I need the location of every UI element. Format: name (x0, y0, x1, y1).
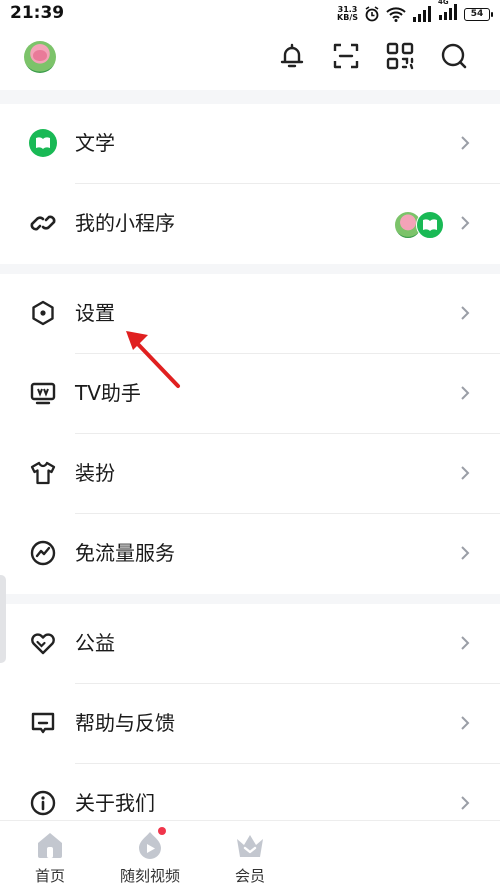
network-speed: 31.3 KB/S (337, 5, 358, 22)
nav-item-vip[interactable]: 会员 (210, 827, 290, 887)
menu-item-label: 关于我们 (75, 791, 155, 815)
bell-icon[interactable] (277, 41, 307, 71)
menu-item-label: 我的小程序 (75, 211, 175, 235)
chevron-right-icon (461, 136, 470, 150)
vip-crown-icon (237, 835, 263, 857)
feedback-icon (31, 712, 55, 734)
battery-indicator: 54 (464, 7, 493, 21)
nav-label: 首页 (34, 867, 65, 885)
annotation-arrow (126, 331, 180, 388)
data-free-icon (30, 540, 56, 566)
tv-icon (30, 382, 56, 405)
bottom-nav: 首页 随刻视频 会员 (0, 820, 500, 889)
literature-icon (29, 129, 57, 157)
search-icon[interactable] (439, 41, 469, 71)
menu-item-mini-programs[interactable]: 我的小程序 (0, 184, 500, 264)
menu-item-label: 帮助与反馈 (75, 711, 175, 735)
menu-item-literature[interactable]: 文学 (0, 104, 500, 184)
avatar[interactable] (24, 41, 56, 73)
menu-item-label: 设置 (75, 301, 115, 325)
nav-item-video[interactable]: 随刻视频 (110, 827, 190, 887)
charity-heart-icon (31, 633, 55, 655)
signal-4g: 4G (438, 0, 458, 24)
signal-icon (413, 6, 431, 22)
menu-item-tv-assistant[interactable]: TV助手 (0, 354, 500, 434)
mini-program-icon (30, 215, 56, 231)
home-icon (38, 833, 62, 858)
info-icon (30, 790, 56, 816)
qr-code-icon[interactable] (385, 41, 415, 71)
header (0, 28, 500, 90)
recent-mini-apps (394, 211, 444, 239)
chevron-right-icon (461, 716, 470, 730)
network-type-label: 4G (438, 0, 449, 6)
wifi-icon (386, 7, 406, 22)
nav-item-home[interactable]: 首页 (10, 827, 90, 887)
chevron-right-icon (461, 796, 470, 810)
side-drawer-handle[interactable] (0, 575, 6, 663)
signal-icon-2 (439, 4, 457, 20)
nav-label: 随刻视频 (119, 867, 180, 885)
menu-item-dress-up[interactable]: 装扮 (0, 434, 500, 514)
nav-label: 会员 (234, 867, 265, 885)
status-indicators: 31.3 KB/S 4G 54 (337, 0, 493, 24)
menu-item-label: 公益 (75, 631, 115, 655)
chevron-right-icon (461, 216, 470, 230)
menu-section-3: 公益 帮助与反馈 关于我们 (0, 604, 500, 820)
menu-section-2: 设置 TV助手 装扮 免流量服务 (0, 274, 500, 594)
menu-item-label: 免流量服务 (75, 541, 175, 565)
chevron-right-icon (461, 306, 470, 320)
notification-badge (158, 827, 166, 835)
chevron-right-icon (461, 546, 470, 560)
menu-item-label: 文学 (75, 131, 115, 155)
menu-item-about-us[interactable]: 关于我们 (0, 764, 500, 820)
status-bar: 21:39 31.3 KB/S 4G 54 (0, 0, 500, 28)
settings-icon (32, 300, 54, 326)
mini-app-literature (416, 211, 444, 239)
menu-item-charity[interactable]: 公益 (0, 604, 500, 684)
tshirt-icon (30, 461, 56, 485)
menu-item-data-free[interactable]: 免流量服务 (0, 514, 500, 594)
menu-item-label: 装扮 (75, 461, 115, 485)
alarm-icon (365, 6, 379, 22)
chevron-right-icon (461, 466, 470, 480)
chevron-right-icon (461, 386, 470, 400)
chevron-right-icon (461, 636, 470, 650)
scan-icon[interactable] (331, 41, 361, 71)
menu-section-1: 文学 我的小程序 (0, 104, 500, 264)
status-time: 21:39 (10, 3, 65, 23)
menu-item-help-feedback[interactable]: 帮助与反馈 (0, 684, 500, 764)
menu-item-settings[interactable]: 设置 (0, 274, 500, 354)
